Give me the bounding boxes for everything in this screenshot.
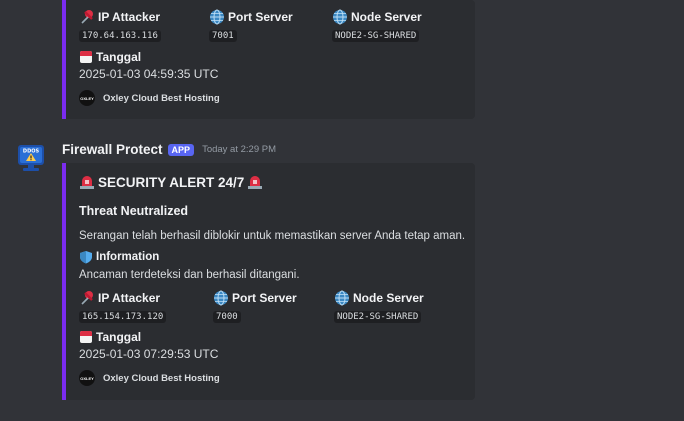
globe-icon (333, 9, 347, 25)
field-ip-attacker: IP Attacker 170.64.163.116 (79, 9, 161, 43)
field-value: NODE2-SG-SHARED (332, 30, 420, 42)
field-value: NODE2-SG-SHARED (334, 311, 422, 323)
field-label: Tanggal (96, 330, 142, 344)
embed-card-security-alert: SECURITY ALERT 24/7 Threat Neutralized S… (62, 163, 475, 400)
globe-icon (335, 290, 349, 306)
globe-icon (214, 290, 228, 306)
field-node-server: Node Server NODE2-SG-SHARED (332, 9, 422, 43)
footer-text: Oxley Cloud Best Hosting (103, 372, 220, 384)
field-port-server: Port Server 7001 (209, 9, 293, 43)
calendar-icon (80, 331, 92, 343)
ddos-shield-icon: DDOS (18, 145, 44, 171)
message-timestamp[interactable]: Today at 2:29 PM (202, 144, 276, 155)
embed-footer: OXLEY Oxley Cloud Best Hosting (79, 90, 220, 106)
field-port-server: Port Server 7000 (213, 290, 297, 324)
field-value: 165.154.173.120 (79, 311, 167, 323)
field-ip-attacker: IP Attacker 165.154.173.120 (79, 290, 167, 324)
field-label: IP Attacker (98, 10, 161, 24)
embed-title-text: SECURITY ALERT 24/7 (98, 174, 245, 190)
field-label: Port Server (228, 10, 293, 24)
field-node-server: Node Server NODE2-SG-SHARED (334, 290, 424, 324)
field-value: 7001 (209, 30, 237, 42)
field-tanggal: Tanggal 2025-01-03 04:59:35 UTC (79, 50, 218, 81)
field-tanggal: Tanggal 2025-01-03 07:29:53 UTC (79, 330, 218, 361)
field-label: Tanggal (96, 50, 142, 64)
embed-subtitle: Threat Neutralized (79, 204, 189, 218)
info-text: Ancaman terdeteksi dan berhasil ditangan… (79, 269, 300, 281)
embed-card-previous: IP Attacker 170.64.163.116 Port Server 7… (62, 0, 475, 119)
oxley-logo-icon: OXLEY (79, 370, 95, 386)
field-value: 2025-01-03 04:59:35 UTC (79, 67, 219, 81)
author-name[interactable]: Firewall Protect (62, 142, 163, 157)
calendar-icon (80, 51, 92, 63)
oxley-logo-icon: OXLEY (79, 90, 95, 106)
embed-title: SECURITY ALERT 24/7 (79, 174, 263, 190)
pushpin-icon (81, 10, 93, 24)
field-label: IP Attacker (98, 291, 161, 305)
embed-description: Serangan telah berhasil diblokir untuk m… (79, 230, 466, 242)
embed-footer: OXLEY Oxley Cloud Best Hosting (79, 370, 220, 386)
message-header: Firewall Protect APP Today at 2:29 PM (62, 142, 276, 157)
avatar[interactable]: DDOS (15, 143, 47, 175)
rotating-light-icon (80, 176, 94, 189)
footer-text: Oxley Cloud Best Hosting (103, 92, 220, 104)
pushpin-icon (81, 291, 93, 305)
globe-icon (210, 9, 224, 25)
field-value: 170.64.163.116 (79, 30, 161, 42)
shield-icon (80, 251, 92, 264)
rotating-light-icon (248, 176, 263, 189)
field-label: Node Server (351, 10, 422, 24)
info-heading: Information (79, 250, 159, 264)
field-label: Port Server (232, 291, 297, 305)
field-value: 2025-01-03 07:29:53 UTC (79, 347, 219, 361)
app-badge: APP (167, 143, 195, 156)
field-label: Node Server (353, 291, 424, 305)
field-value: 7000 (213, 311, 241, 323)
info-title-text: Information (96, 251, 160, 263)
